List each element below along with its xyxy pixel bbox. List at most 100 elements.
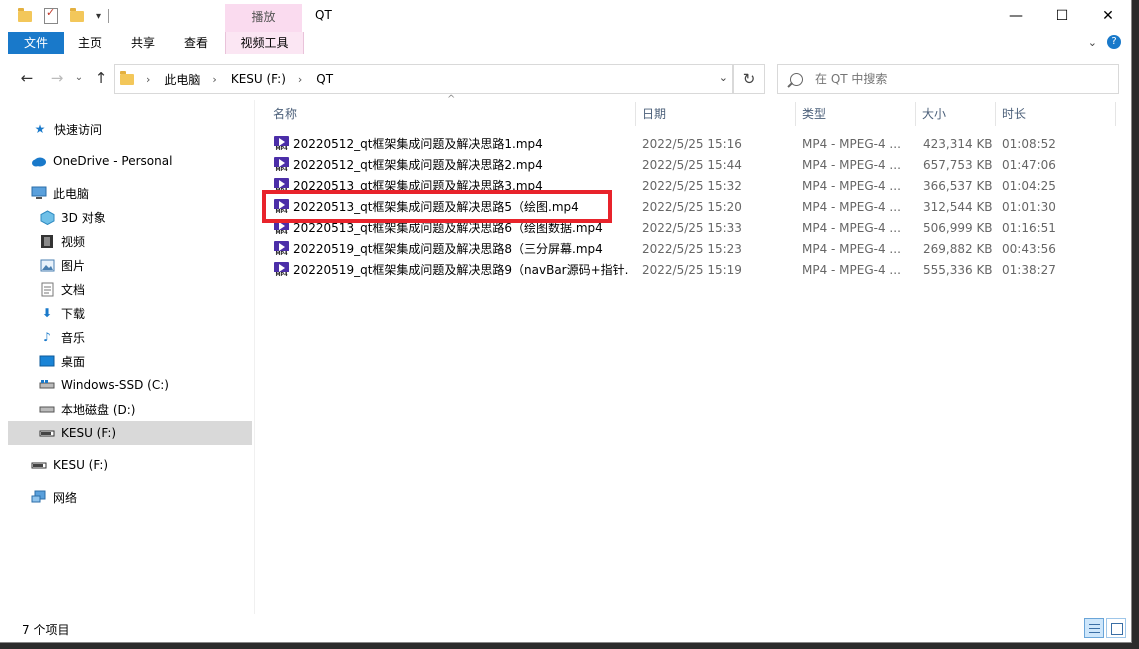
- file-duration: 01:16:51: [1002, 221, 1056, 235]
- nav-item-network[interactable]: 网络: [31, 485, 77, 509]
- nav-item-desktop[interactable]: 桌面: [39, 349, 85, 373]
- nav-label: 音乐: [61, 330, 86, 345]
- breadcrumb-separator-icon[interactable]: ›: [212, 73, 216, 86]
- nav-item-this-pc[interactable]: 此电脑: [31, 181, 89, 205]
- search-input[interactable]: [813, 71, 1097, 87]
- address-bar[interactable]: › 此电脑 › KESU (F:) › QT ⌄: [114, 64, 733, 94]
- column-divider[interactable]: [915, 102, 916, 126]
- picture-icon: [39, 257, 55, 273]
- file-type: MP4 - MPEG-4 ...: [802, 158, 901, 172]
- close-button[interactable]: ✕: [1085, 0, 1131, 32]
- breadcrumb-kesu-drive[interactable]: KESU (F:): [231, 72, 286, 86]
- details-view-button[interactable]: [1084, 618, 1104, 638]
- item-count: 7 个项目: [22, 623, 70, 637]
- file-size: 366,537 KB: [923, 179, 993, 193]
- up-button[interactable]: ↑: [90, 68, 112, 88]
- drive-icon: [39, 377, 55, 393]
- file-duration: 01:04:25: [1002, 179, 1056, 193]
- column-divider[interactable]: [1115, 102, 1116, 126]
- tab-share[interactable]: 共享: [122, 32, 164, 54]
- nav-label: 视频: [61, 234, 86, 249]
- forward-button[interactable]: →: [46, 68, 68, 88]
- column-divider[interactable]: [635, 102, 636, 126]
- download-icon: ⬇: [41, 306, 53, 320]
- nav-item-downloads[interactable]: ⬇ 下载: [39, 301, 85, 325]
- refresh-button[interactable]: ↻: [733, 64, 765, 94]
- recent-locations-button[interactable]: ⌄: [68, 68, 90, 88]
- file-row[interactable]: 20220512_qt框架集成问题及解决思路2.mp4 2022/5/25 15…: [270, 155, 1120, 176]
- column-header-duration[interactable]: 时长: [1002, 100, 1092, 128]
- file-date: 2022/5/25 15:33: [642, 221, 742, 235]
- file-date: 2022/5/25 15:32: [642, 179, 742, 193]
- breadcrumb-this-pc[interactable]: 此电脑: [164, 71, 200, 88]
- nav-label: 快速访问: [54, 122, 103, 137]
- tab-video-tools[interactable]: 视频工具: [225, 32, 304, 54]
- nav-label: 3D 对象: [61, 210, 106, 225]
- cube-icon: [39, 209, 55, 225]
- breadcrumb-qt[interactable]: QT: [316, 72, 333, 86]
- maximize-button[interactable]: ☐: [1039, 0, 1085, 32]
- file-row[interactable]: 20220519_qt框架集成问题及解决思路9（navBar源码+指针... 2…: [270, 260, 1120, 281]
- nav-item-onedrive[interactable]: OneDrive - Personal: [31, 149, 172, 173]
- breadcrumb-separator-icon[interactable]: ›: [298, 73, 302, 86]
- nav-label: OneDrive - Personal: [53, 154, 173, 168]
- expand-ribbon-icon[interactable]: ⌄: [1088, 36, 1097, 49]
- nav-item-drive-f[interactable]: KESU (F:): [31, 453, 108, 477]
- file-size: 269,882 KB: [923, 242, 993, 256]
- context-tab-group-play: 播放: [225, 4, 302, 32]
- properties-icon[interactable]: [44, 6, 58, 24]
- toolbar-divider: [108, 9, 109, 23]
- folder-icon: [120, 70, 134, 85]
- nav-label: 网络: [53, 490, 78, 505]
- cloud-icon: [31, 153, 47, 169]
- back-button[interactable]: ←: [16, 68, 38, 88]
- file-row[interactable]: 20220519_qt框架集成问题及解决思路8（三分屏幕.mp4 2022/5/…: [270, 239, 1120, 260]
- column-header-name[interactable]: 名称: [273, 100, 633, 128]
- music-icon: ♪: [43, 330, 51, 344]
- nav-item-pictures[interactable]: 图片: [39, 253, 85, 277]
- minimize-button[interactable]: —: [993, 0, 1039, 32]
- window-title: QT: [315, 8, 332, 22]
- column-header-type[interactable]: 类型: [802, 100, 912, 128]
- nav-item-music[interactable]: ♪ 音乐: [39, 325, 85, 349]
- mp4-file-icon: [274, 262, 289, 278]
- nav-item-3d-objects[interactable]: 3D 对象: [39, 205, 106, 229]
- column-divider[interactable]: [795, 102, 796, 126]
- file-size: 423,314 KB: [923, 137, 993, 151]
- file-date: 2022/5/25 15:19: [642, 263, 742, 277]
- file-date: 2022/5/25 15:44: [642, 158, 742, 172]
- column-divider[interactable]: [995, 102, 996, 126]
- file-date: 2022/5/25 15:16: [642, 137, 742, 151]
- mp4-file-icon: [274, 157, 289, 173]
- usb-drive-icon: [39, 425, 55, 441]
- quick-access-toolbar: ▾: [18, 6, 101, 26]
- file-type: MP4 - MPEG-4 ...: [802, 242, 901, 256]
- tab-view[interactable]: 查看: [176, 32, 216, 54]
- tab-file[interactable]: 文件: [8, 32, 64, 54]
- navigation-bar: ← → ⌄ ↑ › 此电脑 › KESU (F:) › QT ⌄ ↻: [0, 54, 1131, 100]
- nav-label: KESU (F:): [53, 458, 109, 472]
- column-header-size[interactable]: 大小: [922, 100, 992, 128]
- navigation-pane: ★ 快速访问 OneDrive - Personal 此电脑 3D 对象 视频 …: [0, 100, 253, 614]
- file-row[interactable]: 20220512_qt框架集成问题及解决思路1.mp4 2022/5/25 15…: [270, 134, 1120, 155]
- tab-home[interactable]: 主页: [70, 32, 110, 54]
- new-folder-icon[interactable]: [70, 7, 84, 22]
- details-view-icon: [1089, 624, 1100, 625]
- column-header-date[interactable]: 日期: [642, 100, 792, 128]
- large-icons-view-button[interactable]: [1106, 618, 1126, 638]
- customize-toolbar-icon[interactable]: ▾: [96, 11, 101, 22]
- details-view-icon: [1089, 632, 1100, 633]
- nav-item-videos[interactable]: 视频: [39, 229, 85, 253]
- nav-item-drive-c[interactable]: Windows-SSD (C:): [39, 373, 169, 397]
- nav-label: 图片: [61, 258, 86, 273]
- nav-item-drive-f-selected[interactable]: KESU (F:): [8, 421, 252, 445]
- nav-item-quick-access[interactable]: ★ 快速访问: [32, 117, 102, 141]
- search-box[interactable]: [777, 64, 1119, 94]
- help-icon[interactable]: ?: [1107, 35, 1121, 49]
- red-highlight-box: [262, 190, 612, 223]
- nav-item-drive-d[interactable]: 本地磁盘 (D:): [39, 397, 135, 421]
- folder-icon[interactable]: [18, 7, 32, 22]
- address-dropdown-icon[interactable]: ⌄: [719, 71, 728, 84]
- nav-item-documents[interactable]: 文档: [39, 277, 85, 301]
- mp4-file-icon: [274, 136, 289, 152]
